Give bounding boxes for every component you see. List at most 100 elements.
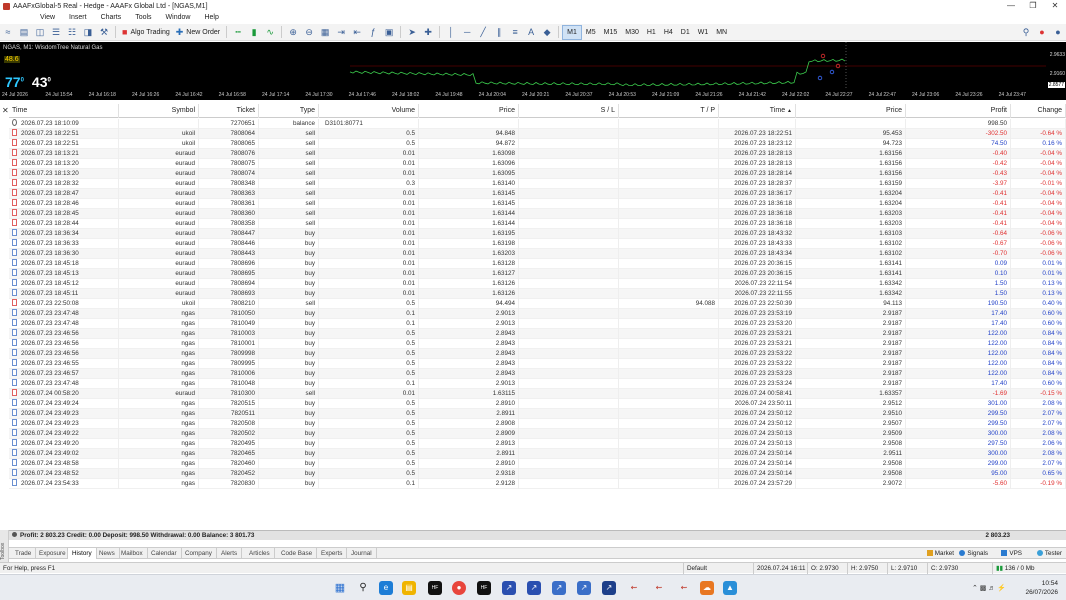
algo-trading-button[interactable]: ■ Algo Trading xyxy=(119,26,173,39)
timeframe-h1[interactable]: H1 xyxy=(643,26,660,39)
new-order-button[interactable]: ✚ New Order xyxy=(173,26,223,39)
col-sl[interactable]: S / L xyxy=(519,104,619,118)
account-icon[interactable]: ● xyxy=(1051,26,1065,39)
tab-history[interactable]: History xyxy=(67,548,97,559)
table-row[interactable]: 2026.07.23 22:50:08 ukoil 7808210 sell 0.5 94… xyxy=(9,299,1066,309)
table-row[interactable]: 2026.07.23 18:13:20 euraud 7808074 sell 0.01… xyxy=(9,169,1066,179)
market-watch-icon[interactable]: ◫ xyxy=(33,26,47,39)
table-row[interactable]: 2026.07.23 18:28:47 euraud 7808363 sell 0.01… xyxy=(9,189,1066,199)
deal-marker[interactable] xyxy=(820,53,826,59)
col-symbol[interactable]: Symbol xyxy=(119,104,199,118)
terminal-app-icon-active[interactable]: ☁ xyxy=(700,581,714,595)
close-toolbox-icon[interactable]: ✕ xyxy=(2,106,9,115)
col-tp[interactable]: T / P xyxy=(619,104,719,118)
table-row[interactable]: 2026.07.23 18:28:32 euraud 7808348 sell 0.3 1… xyxy=(9,179,1066,189)
indicators-icon[interactable]: ƒ xyxy=(366,26,380,39)
timeframe-h4[interactable]: H4 xyxy=(660,26,677,39)
tab-trade[interactable]: Trade xyxy=(11,548,37,559)
table-row[interactable]: 2026.07.24 23:49:02 ngas 7820465 buy 0.5 2.89… xyxy=(9,449,1066,459)
timeframe-m1[interactable]: M1 xyxy=(562,24,582,40)
new-chart-icon[interactable]: ≈ xyxy=(1,26,15,39)
close-icon[interactable]: ✕ xyxy=(1044,0,1066,12)
terminal-app-icon-5[interactable]: ↗ xyxy=(602,581,616,595)
zoom-out-icon[interactable]: ⊖ xyxy=(302,26,316,39)
timeframe-m15[interactable]: M15 xyxy=(600,26,622,39)
notifications-icon[interactable]: ● xyxy=(1035,26,1049,39)
table-row[interactable]: 2026.07.24 23:49:23 ngas 7820511 buy 0.5 2.89… xyxy=(9,409,1066,419)
terminal-app-icon-3[interactable]: ↗ xyxy=(552,581,566,595)
table-row[interactable]: 2026.07.23 18:13:21 euraud 7808076 sell 0.01… xyxy=(9,149,1066,159)
cursor-icon[interactable]: ➤ xyxy=(405,26,419,39)
price-chart[interactable]: NGAS, M1: WisdomTree Natural Gas 48.6 77… xyxy=(0,42,1066,100)
terminal-app-icon-1[interactable]: ↗ xyxy=(502,581,516,595)
restore-icon[interactable]: ❐ xyxy=(1022,0,1044,12)
table-row[interactable]: 2026.07.23 18:45:12 euraud 7808694 buy 0.01 1… xyxy=(9,279,1066,289)
col-profit[interactable]: Profit xyxy=(906,104,1011,118)
table-row[interactable]: 2026.07.23 23:47:48 ngas 7810050 buy 0.1 2.90… xyxy=(9,309,1066,319)
toolbox-side-label[interactable]: Toolbox xyxy=(0,530,9,562)
menu-window[interactable]: Window xyxy=(159,12,198,23)
menu-tools[interactable]: Tools xyxy=(128,12,158,23)
col-change[interactable]: Change xyxy=(1011,104,1066,118)
deal-marker[interactable] xyxy=(829,69,835,75)
table-row[interactable]: 2026.07.23 18:28:45 euraud 7808360 sell 0.01… xyxy=(9,209,1066,219)
terminal-app-icon-6[interactable]: ⇜ xyxy=(627,581,641,595)
terminal-app-icon-2[interactable]: ↗ xyxy=(527,581,541,595)
tile-windows-icon[interactable]: ▦ xyxy=(318,26,332,39)
timeframe-w1[interactable]: W1 xyxy=(694,26,713,39)
table-row[interactable]: 2026.07.24 23:49:24 ngas 7820515 buy 0.5 2.89… xyxy=(9,399,1066,409)
col-type[interactable]: Type xyxy=(259,104,319,118)
terminal-app-icon-7[interactable]: ⇜ xyxy=(652,581,666,595)
tab-experts[interactable]: Experts xyxy=(317,548,348,559)
table-row[interactable]: 2026.07.24 23:48:58 ngas 7820460 buy 0.5 2.89… xyxy=(9,459,1066,469)
table-row[interactable]: 2026.07.23 18:45:13 euraud 7808695 buy 0.01 1… xyxy=(9,269,1066,279)
shapes-icon[interactable]: ◆ xyxy=(540,26,554,39)
col-volume[interactable]: Volume xyxy=(319,104,419,118)
table-row[interactable]: 2026.07.24 23:49:23 ngas 7820508 buy 0.5 2.89… xyxy=(9,419,1066,429)
tab-calendar[interactable]: Calendar xyxy=(147,548,182,559)
timeframe-m5[interactable]: M5 xyxy=(582,26,600,39)
channel-icon[interactable]: ∥ xyxy=(492,26,506,39)
timeframe-m30[interactable]: M30 xyxy=(621,26,643,39)
chart-shift-icon[interactable]: ⇤ xyxy=(350,26,364,39)
deal-marker[interactable] xyxy=(817,75,823,81)
data-window-icon[interactable]: ☷ xyxy=(65,26,79,39)
line-chart-icon[interactable]: ∿ xyxy=(263,26,277,39)
tab-company[interactable]: Company xyxy=(181,548,217,559)
table-row[interactable]: 2026.07.23 18:28:46 euraud 7808361 sell 0.01… xyxy=(9,199,1066,209)
menu-help[interactable]: Help xyxy=(197,12,225,23)
table-row[interactable]: 2026.07.23 18:36:30 euraud 7808443 buy 0.01 1… xyxy=(9,249,1066,259)
search-icon[interactable]: ⚲ xyxy=(1019,26,1033,39)
search-taskbar-icon[interactable]: ⚲ xyxy=(356,581,370,595)
table-row[interactable]: 2026.07.23 23:46:56 ngas 7810003 buy 0.5 2.89… xyxy=(9,329,1066,339)
table-row[interactable]: 2026.07.23 23:46:56 ngas 7809998 buy 0.5 2.89… xyxy=(9,349,1066,359)
file-explorer-icon[interactable]: ▤ xyxy=(402,581,416,595)
market-button[interactable]: Market xyxy=(926,548,954,559)
candlestick-icon[interactable]: ▮ xyxy=(247,26,261,39)
tab-alerts[interactable]: Alerts xyxy=(217,548,243,559)
navigator-icon[interactable]: ☰ xyxy=(49,26,63,39)
table-row[interactable]: 2026.07.24 23:49:22 ngas 7820502 buy 0.5 2.89… xyxy=(9,429,1066,439)
tab-mailbox[interactable]: Mailbox xyxy=(117,548,148,559)
text-tool-icon[interactable]: A xyxy=(524,26,538,39)
bar-chart-icon[interactable]: ┅ xyxy=(231,26,245,39)
col-close-price[interactable]: Price xyxy=(796,104,906,118)
status-profile[interactable]: Default xyxy=(683,563,753,574)
table-row[interactable]: 2026.07.23 18:28:44 euraud 7808358 sell 0.01… xyxy=(9,219,1066,229)
system-tray[interactable]: ⌃ ▩ ♬ ⚡ xyxy=(972,584,1006,592)
vps-button[interactable]: VPS xyxy=(1001,548,1022,559)
tester-button[interactable]: Tester xyxy=(1036,548,1062,559)
col-close-time[interactable]: Time ▲ xyxy=(719,104,796,118)
table-row[interactable]: 2026.07.23 23:46:57 ngas 7810006 buy 0.5 2.89… xyxy=(9,369,1066,379)
clock[interactable]: 10:54 26/07/2026 xyxy=(1025,579,1058,597)
templates-icon[interactable]: ▣ xyxy=(382,26,396,39)
menu-view[interactable]: View xyxy=(0,12,62,23)
table-row[interactable]: 2026.07.23 23:46:55 ngas 7809995 buy 0.5 2.89… xyxy=(9,359,1066,369)
chrome-icon[interactable]: ● xyxy=(452,581,466,595)
vertical-line-icon[interactable]: │ xyxy=(444,26,458,39)
tab-articles[interactable]: Articles xyxy=(245,548,275,559)
horizontal-line-icon[interactable]: ─ xyxy=(460,26,474,39)
tab-journal[interactable]: Journal xyxy=(347,548,377,559)
terminal-app-icon-4[interactable]: ↗ xyxy=(577,581,591,595)
table-row[interactable]: 2026.07.23 18:22:51 ukoil 7808065 sell 0.5 94… xyxy=(9,139,1066,149)
